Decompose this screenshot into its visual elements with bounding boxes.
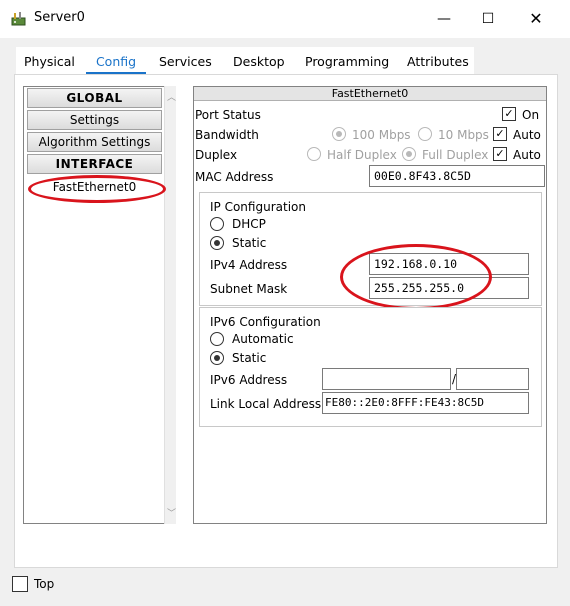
highlight-oval — [28, 175, 166, 203]
duplex-label: Duplex — [195, 148, 238, 162]
minimize-button[interactable]: — — [422, 4, 466, 34]
nav-interface-header: INTERFACE — [27, 154, 162, 174]
ipv6-static-label: Static — [232, 351, 267, 365]
nav-global-header: GLOBAL — [27, 88, 162, 108]
dhcp-label: DHCP — [232, 217, 266, 231]
duplex-half-label: Half Duplex — [327, 148, 397, 162]
bandwidth-auto-label: Auto — [513, 128, 541, 142]
interface-header: FastEthernet0 — [194, 87, 546, 101]
check-icon: ✓ — [495, 147, 505, 160]
maximize-button[interactable]: ☐ — [466, 4, 510, 34]
ip-config-title: IP Configuration — [210, 200, 306, 214]
mac-address-label: MAC Address — [195, 170, 274, 184]
bandwidth-10-radio[interactable] — [418, 127, 432, 141]
highlight-oval — [340, 244, 492, 310]
bandwidth-100-radio[interactable] — [332, 127, 346, 141]
dhcp-radio[interactable] — [210, 217, 224, 231]
static-ipv4-label: Static — [232, 236, 267, 250]
bandwidth-100-label: 100 Mbps — [352, 128, 411, 142]
port-status-label: Port Status — [195, 108, 261, 122]
ipv4-address-label: IPv4 Address — [210, 258, 288, 272]
ipv6-address-label: IPv6 Address — [210, 373, 288, 387]
router-icon — [11, 12, 26, 26]
close-button[interactable]: ✕ — [514, 4, 558, 34]
top-checkbox[interactable] — [12, 576, 28, 592]
top-label: Top — [34, 577, 55, 591]
duplex-auto-label: Auto — [513, 148, 541, 162]
bandwidth-10-label: 10 Mbps — [438, 128, 489, 142]
tab-physical[interactable]: Physical — [24, 54, 75, 74]
ipv6-address-field[interactable] — [322, 368, 451, 390]
ipv6-prefix-field[interactable] — [456, 368, 529, 390]
tab-desktop[interactable]: Desktop — [233, 54, 285, 74]
check-icon: ✓ — [495, 127, 505, 140]
ipv6-static-radio[interactable] — [210, 351, 224, 365]
bandwidth-auto-checkbox[interactable]: ✓ — [493, 127, 507, 141]
ipv6-automatic-label: Automatic — [232, 332, 294, 346]
scroll-down-icon[interactable]: ﹀ — [167, 506, 176, 519]
subnet-mask-label: Subnet Mask — [210, 282, 288, 296]
ipv6-automatic-radio[interactable] — [210, 332, 224, 346]
duplex-full-radio[interactable] — [402, 147, 416, 161]
duplex-full-label: Full Duplex — [422, 148, 489, 162]
tab-attributes[interactable]: Attributes — [407, 54, 469, 74]
link-local-field[interactable]: FE80::2E0:8FFF:FE43:8C5D — [322, 392, 529, 414]
bandwidth-label: Bandwidth — [195, 128, 259, 142]
scroll-up-icon[interactable]: ︿ — [167, 90, 176, 103]
check-icon: ✓ — [504, 107, 514, 120]
link-local-label: Link Local Address: — [210, 397, 326, 411]
ipv6-config-title: IPv6 Configuration — [210, 315, 321, 329]
port-status-checkbox[interactable]: ✓ — [502, 107, 516, 121]
nav-settings[interactable]: Settings — [27, 110, 162, 130]
duplex-auto-checkbox[interactable]: ✓ — [493, 147, 507, 161]
nav-algorithm-settings[interactable]: Algorithm Settings — [27, 132, 162, 152]
tab-programming[interactable]: Programming — [305, 54, 389, 74]
window-title: Server0 — [34, 10, 85, 25]
tab-config[interactable]: Config — [86, 54, 146, 74]
nav-scrollbar[interactable]: ︿ ﹀ — [164, 86, 176, 524]
static-ipv4-radio[interactable] — [210, 236, 224, 250]
duplex-half-radio[interactable] — [307, 147, 321, 161]
tab-services[interactable]: Services — [159, 54, 212, 74]
mac-address-field[interactable]: 00E0.8F43.8C5D — [369, 165, 545, 187]
port-status-on-label: On — [522, 108, 540, 122]
